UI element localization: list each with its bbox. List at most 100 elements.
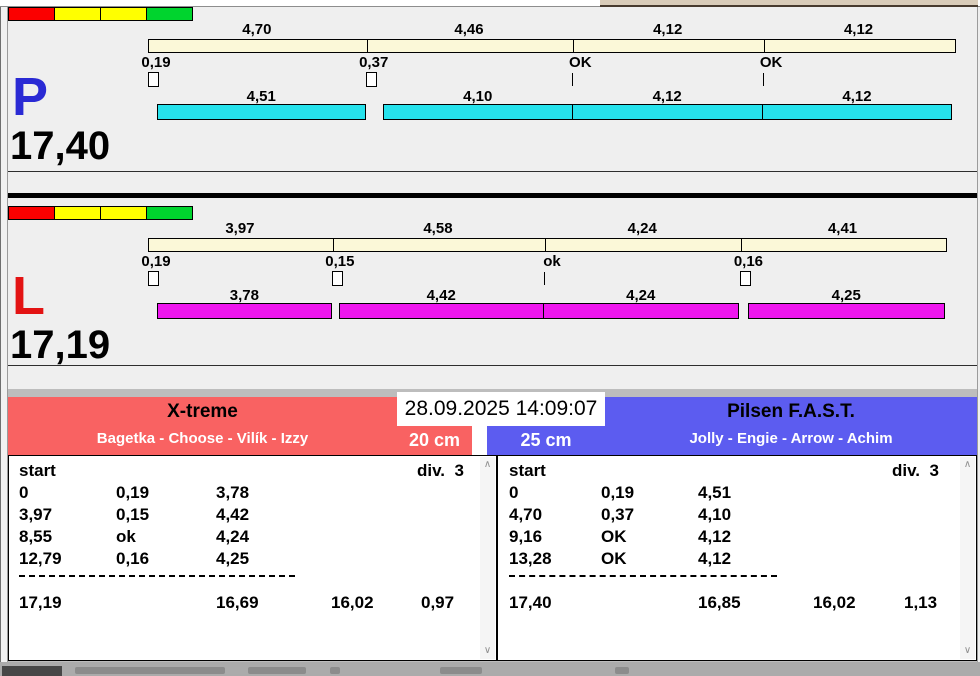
scroll-up-icon[interactable]: ∧ (960, 457, 975, 473)
table-separator (509, 575, 777, 577)
table-cell: 4,12 (698, 549, 732, 568)
taskbar-button[interactable] (2, 666, 62, 676)
split-time-label: 3,97 (225, 220, 255, 237)
table-cell: 4,10 (698, 505, 732, 524)
split-time-label: 4,12 (843, 21, 874, 38)
split-segment (573, 40, 765, 52)
scroll-up-icon[interactable]: ∧ (480, 457, 495, 473)
split-time-label: 4,12 (653, 21, 683, 38)
split-segment (764, 40, 955, 52)
split-time-label: 4,41 (827, 220, 858, 237)
table-cell: 4,70 (509, 505, 543, 524)
scroll-down-icon[interactable]: ∨ (480, 643, 495, 659)
exchange-marker-box (148, 271, 159, 286)
table-header-start: start (509, 461, 546, 480)
team-members: Jolly - Engie - Arrow - Achim (689, 430, 893, 447)
taskbar-text-blur (248, 667, 306, 674)
leg-segment (338, 303, 544, 319)
table-cell: 0,19 (601, 483, 635, 502)
split-segment (366, 40, 574, 52)
table-cell: 9,16 (509, 527, 543, 546)
status-light (54, 8, 100, 20)
exchange-marker-label: 0,37 (359, 54, 389, 71)
taskbar-text-blur (330, 667, 340, 674)
table-cell: 0,19 (116, 483, 150, 502)
table-cell: 4,51 (698, 483, 732, 502)
status-light (54, 207, 100, 219)
split-segment (149, 40, 367, 52)
split-segment (149, 239, 333, 251)
split-time-label: 4,46 (454, 21, 484, 38)
leg-time-label: 3,78 (229, 287, 259, 304)
split-time-label: 4,58 (423, 220, 453, 237)
window-top-edge-accent (600, 0, 978, 7)
table-cell: 4,42 (216, 505, 250, 524)
team-name: Pilsen F.A.S.T. (727, 401, 855, 422)
lane-total-time: 17,19 (10, 323, 111, 367)
table-cell: 13,28 (509, 549, 552, 568)
status-light (100, 207, 146, 219)
results-area: X-treme Bagetka - Choose - Vilík - Izzy … (0, 389, 980, 662)
lane-total-time: 17,40 (10, 124, 111, 168)
exchange-marker-label: ok (543, 253, 561, 270)
table-scrollbar[interactable]: ∧ ∨ (480, 457, 495, 659)
window-left-border (0, 7, 8, 676)
status-light (9, 8, 54, 20)
split-segment (741, 239, 946, 251)
taskbar[interactable] (0, 662, 980, 676)
table-total-cell: 16,85 (698, 593, 741, 612)
table-total-cell: 1,13 (904, 593, 938, 612)
table-cell: OK (601, 527, 627, 546)
split-time-label: 4,24 (627, 220, 657, 237)
table-cell: 0 (509, 483, 519, 502)
table-total-cell: 0,97 (421, 593, 455, 612)
timing-app-window: P 17,40 4,70 4,46 4,12 4,12 0,19 0,37 OK OK 4,51… (0, 0, 980, 676)
split-time-label: 4,70 (242, 21, 272, 38)
table-cell: ok (116, 527, 136, 546)
exchange-marker-label: 0,16 (733, 253, 764, 270)
table-total-cell: 16,02 (331, 593, 374, 612)
status-light (146, 8, 192, 20)
split-bar (148, 39, 956, 53)
exchange-marker-label: OK (759, 54, 783, 71)
split-segment (332, 239, 546, 251)
status-lights (8, 7, 193, 21)
leg-segment (156, 303, 332, 319)
split-segment (545, 239, 742, 251)
table-cell: 3,97 (19, 505, 53, 524)
table-cell: 12,79 (19, 549, 62, 568)
table-header-start: start (19, 461, 56, 480)
table-cell: 4,25 (216, 549, 250, 568)
scroll-down-icon[interactable]: ∨ (960, 643, 975, 659)
status-light (100, 8, 146, 20)
leg-segment (747, 303, 945, 319)
leg-time-label: 4,12 (652, 88, 682, 105)
lane-letter: L (12, 266, 45, 326)
exchange-marker-tick (544, 272, 546, 285)
table-cell: 0,16 (116, 549, 150, 568)
leg-segment (542, 303, 739, 319)
results-table-right: ∧ ∨ start div. 3 0 0,19 4,51 4,70 0,37 4,10 9,16… (497, 455, 977, 661)
leg-time-label: 4,12 (842, 88, 872, 105)
table-header-division: div. 3 (417, 461, 464, 480)
leg-segment (571, 104, 763, 120)
leg-segment (382, 104, 573, 120)
table-cell: 0,37 (601, 505, 635, 524)
datetime-display: 28.09.2025 14:09:07 (397, 392, 605, 426)
table-total-cell: 17,19 (19, 593, 62, 612)
status-lights (8, 206, 193, 220)
taskbar-text-blur (75, 667, 225, 674)
table-cell: 0 (19, 483, 29, 502)
window-top-edge (0, 0, 980, 7)
table-scrollbar[interactable]: ∧ ∨ (960, 457, 975, 659)
exchange-marker-tick (572, 73, 574, 86)
taskbar-text-blur (440, 667, 482, 674)
taskbar-text-blur (615, 667, 629, 674)
table-separator (19, 575, 295, 577)
leg-time-label: 4,51 (246, 88, 276, 105)
exchange-marker-label: 0,19 (141, 253, 171, 270)
leg-time-label: 4,10 (463, 88, 493, 105)
exchange-marker-box (148, 72, 159, 87)
table-cell: 8,55 (19, 527, 53, 546)
split-bar (148, 238, 947, 252)
